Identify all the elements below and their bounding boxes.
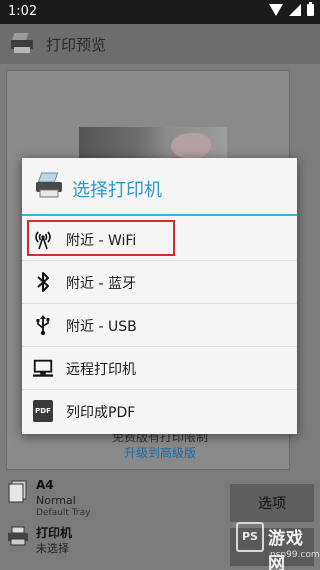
bird-image: [171, 133, 211, 159]
upgrade-link[interactable]: 升级到高级版: [0, 444, 320, 461]
site-watermark: PS 游戏网 psp99.com: [236, 518, 320, 570]
dialog-header: 选择打印机: [22, 158, 297, 216]
paper-size[interactable]: A4: [36, 478, 54, 492]
status-bar: 1:02: [0, 0, 320, 24]
status-icons: [269, 2, 314, 16]
option-nearby-wifi[interactable]: 附近 - WiFi: [22, 218, 297, 261]
option-label: 附近 - 蓝牙: [66, 276, 136, 292]
pdf-badge: PDF: [33, 400, 53, 422]
status-time: 1:02: [8, 4, 38, 19]
paper-icon: [8, 480, 27, 503]
option-remote-printer[interactable]: 远程打印机: [22, 347, 297, 390]
computer-icon: [32, 357, 54, 379]
option-print-to-pdf[interactable]: PDF 列印成PDF: [22, 390, 297, 433]
wifi-antenna-icon: [32, 228, 54, 250]
paper-type: Normal: [36, 494, 76, 507]
option-label: 附近 - USB: [66, 319, 137, 335]
options-button[interactable]: 选项: [230, 484, 314, 522]
signal-icon: [289, 4, 301, 16]
page-title: 打印预览: [46, 36, 107, 54]
option-label: 远程打印机: [66, 362, 136, 378]
wifi-status-icon: [269, 4, 283, 16]
app-bar: 打印预览: [0, 24, 320, 64]
watermark-text: 游戏网: [268, 529, 304, 570]
bluetooth-icon: [32, 271, 54, 293]
usb-icon: [32, 314, 54, 336]
printer-status: 未选择: [36, 542, 69, 555]
battery-icon: [307, 2, 314, 16]
dialog-title: 选择打印机: [72, 180, 162, 201]
option-label: 列印成PDF: [66, 405, 136, 421]
watermark-url: psp99.com: [270, 550, 320, 560]
option-label: 附近 - WiFi: [66, 233, 137, 249]
watermark-logo: PS: [236, 522, 264, 552]
option-nearby-usb[interactable]: 附近 - USB: [22, 304, 297, 347]
pdf-icon: PDF: [32, 400, 54, 422]
printer-icon: [8, 526, 28, 546]
printer-label[interactable]: 打印机: [36, 524, 72, 541]
printer-icon: [36, 172, 62, 198]
printer-app-icon[interactable]: [10, 32, 36, 54]
option-nearby-bluetooth[interactable]: 附近 - 蓝牙: [22, 261, 297, 304]
select-printer-dialog: 选择打印机 附近 - WiFi 附近 - 蓝牙 附近 - USB 远程打印机 P…: [22, 158, 297, 434]
paper-tray: Default Tray: [36, 508, 91, 518]
